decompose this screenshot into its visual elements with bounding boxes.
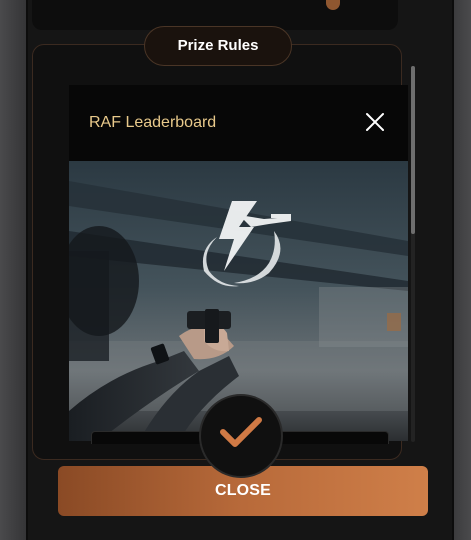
- scrollbar-thumb[interactable]: [411, 66, 415, 234]
- checkmark-icon: [220, 417, 262, 447]
- app-screen: Prize Rules RAF Leaderboard CLOSE: [0, 0, 471, 540]
- top-indicator: [326, 0, 340, 10]
- confirm-button[interactable]: [199, 394, 283, 478]
- rules-modal: RAF Leaderboard: [69, 85, 408, 441]
- modal-scrollbar[interactable]: [411, 66, 415, 442]
- modal-title: RAF Leaderboard: [89, 114, 217, 131]
- modal-header: RAF Leaderboard: [69, 85, 408, 161]
- close-icon[interactable]: [363, 110, 387, 134]
- page-title: Prize Rules: [144, 26, 292, 66]
